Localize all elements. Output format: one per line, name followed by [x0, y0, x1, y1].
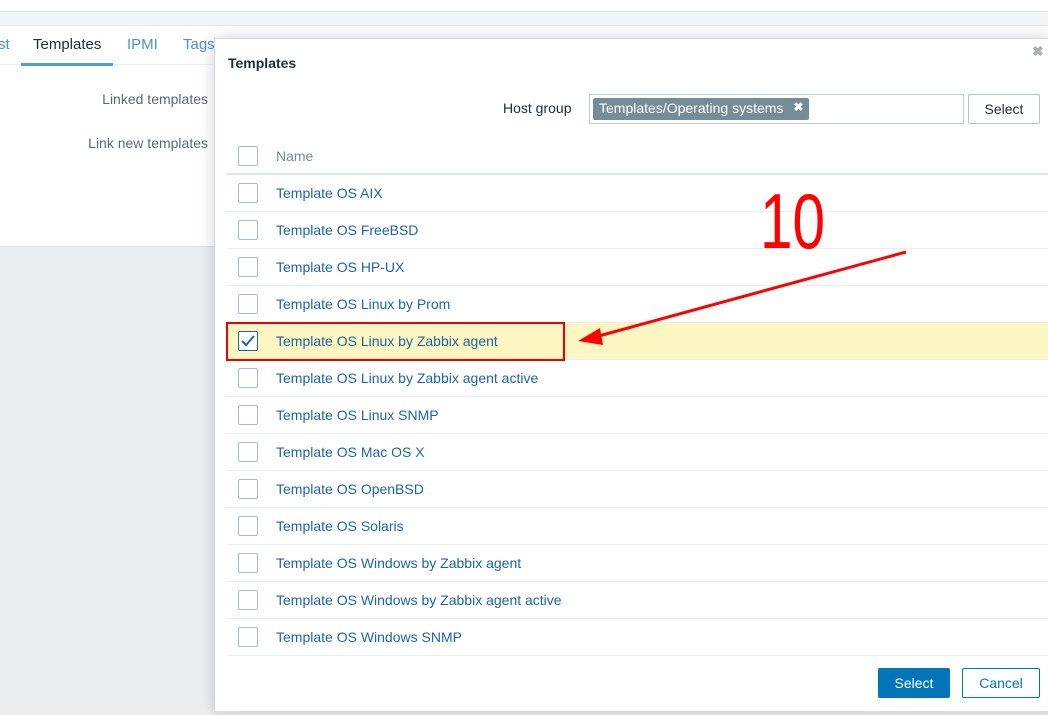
annotation-arrow — [578, 250, 907, 345]
